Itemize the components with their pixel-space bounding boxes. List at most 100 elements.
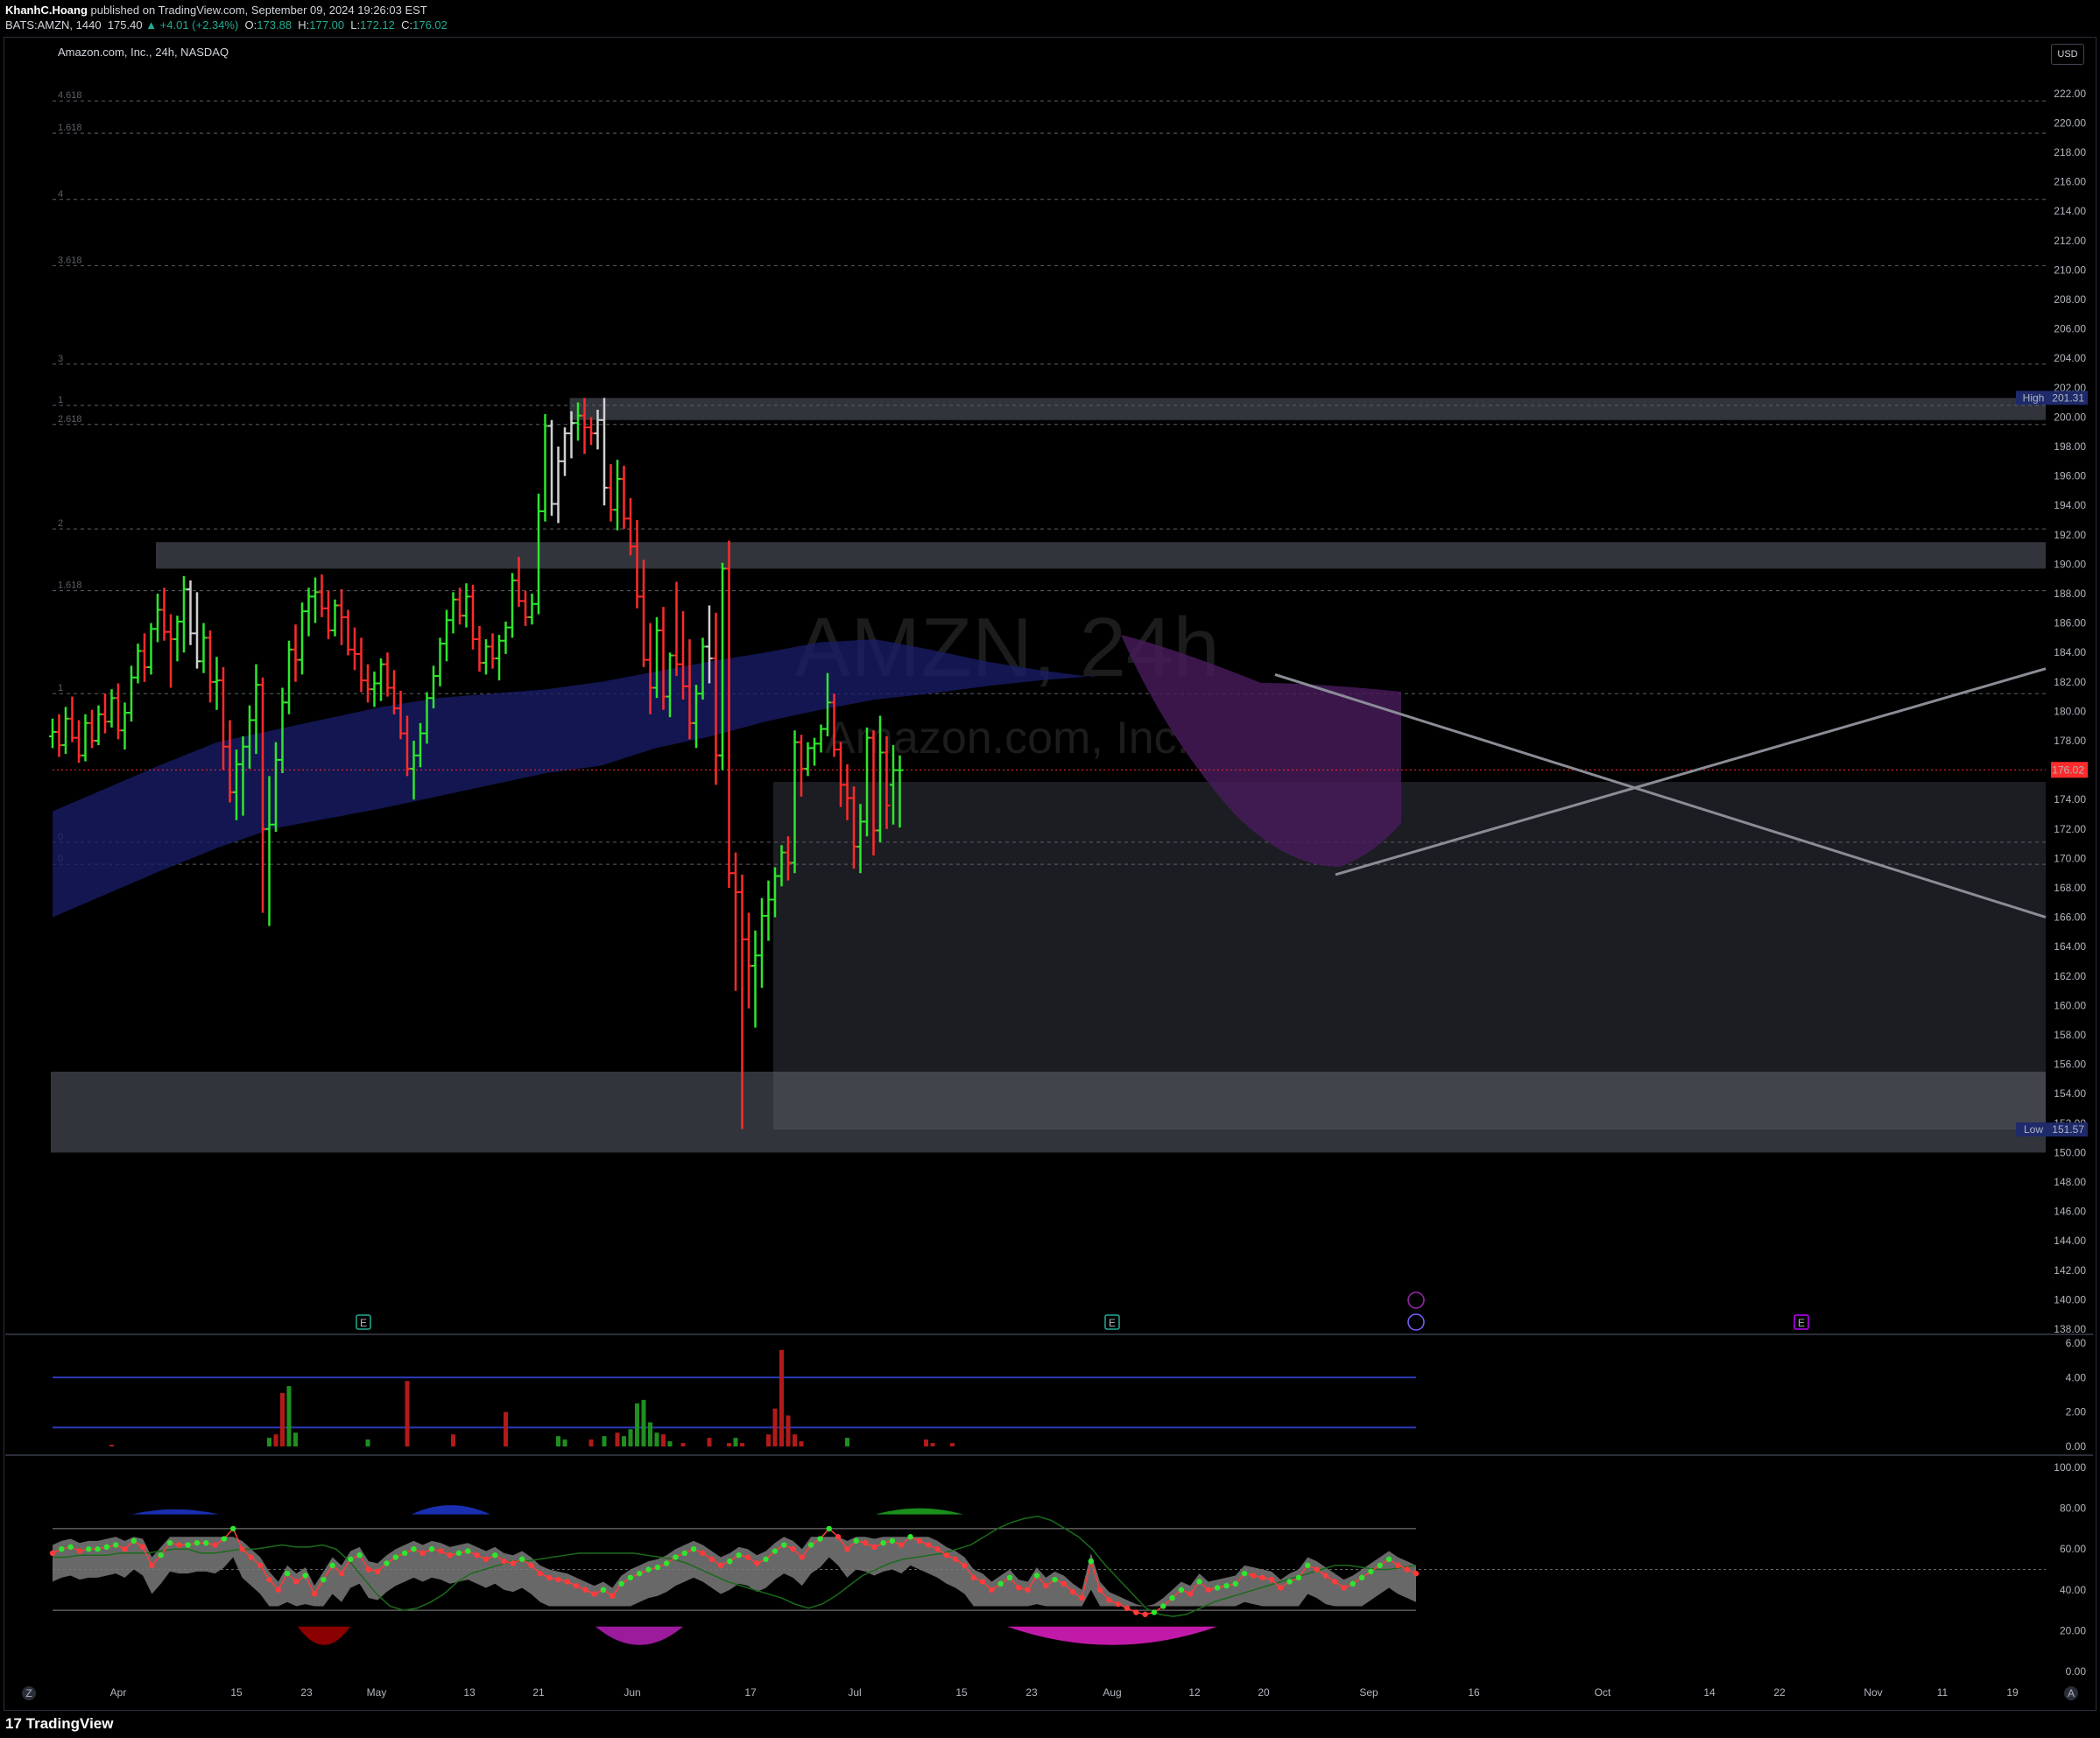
indicator-axis-tick: 4.00 [2066,1371,2087,1383]
ohlc-bar [496,635,503,681]
earnings-marker: E [1104,1314,1120,1330]
fib-level-label: 4 [58,189,63,200]
rsi-dot [744,1554,751,1560]
rsi-dot [528,1562,534,1569]
rsi-dot [1151,1609,1158,1615]
ohlc-bar [49,718,56,749]
currency-button[interactable]: USD [2051,44,2084,65]
earnings-marker-label: E [1798,1317,1805,1329]
price-axis-tick: 154.00 [2054,1087,2086,1100]
ohlc-bar [194,592,201,669]
time-axis-tick: 13 [463,1686,476,1699]
low-badge-label: Low [2024,1123,2043,1136]
chart-canvas[interactable]: AMZN, 24hAmazon.com, Inc.4.6181.61843.61… [0,0,2100,1711]
rsi-dot [365,1566,372,1573]
rsi-dot [1268,1576,1275,1583]
ohlc-bar [614,460,621,531]
rsi-dot [95,1546,101,1552]
rsi-dot [871,1544,877,1551]
rsi-axis-tick: 100.00 [2054,1461,2086,1474]
rsi-dot [853,1537,859,1544]
last-price-label: 176.02 [2052,763,2084,776]
rsi-dot [790,1546,796,1552]
volume-bar [667,1441,673,1446]
rsi-dot [1278,1585,1284,1591]
time-axis-tick: Jun [624,1686,640,1699]
rsi-dot [889,1537,896,1544]
overbought-fill [876,1508,963,1515]
rsi-dot [203,1540,209,1546]
rsi-dot [943,1552,950,1559]
volume-bar [779,1349,784,1446]
ohlc-bar [213,657,221,710]
rsi-dot [618,1580,624,1587]
rsi-dot [781,1542,787,1548]
volume-bar [504,1411,508,1446]
ohlc-bar [554,447,562,524]
rsi-dot [1124,1605,1131,1611]
rsi-dot [465,1548,471,1554]
rsi-dot [438,1548,444,1554]
price-axis-tick: 188.00 [2054,588,2086,600]
rsi-dot [907,1534,913,1540]
rsi-dot [76,1548,83,1554]
rsi-dot [690,1546,697,1552]
ohlc-bar [541,414,549,522]
volume-bar [799,1441,804,1446]
rsi-dot [348,1556,354,1563]
oversold-fill [595,1626,683,1645]
price-axis-tick: 178.00 [2054,735,2086,747]
price-axis-tick: 204.00 [2054,352,2086,364]
rsi-dot [86,1546,92,1552]
zoom-icon-label: Z [25,1687,32,1699]
rsi-dot [158,1552,164,1559]
overbought-fill [131,1509,219,1515]
tradingview-logo[interactable]: 17 TradingView [5,1715,113,1733]
ohlc-bar [312,577,319,623]
ohlc-bar [548,419,555,516]
time-axis-tick: 23 [1025,1686,1038,1699]
rsi-dot [1377,1562,1383,1569]
fib-level-label: 1.618 [58,581,82,591]
rsi-dot [1079,1594,1085,1601]
rsi-dot [483,1556,490,1563]
time-axis-tick: 19 [2006,1686,2019,1699]
volume-bar [648,1422,652,1446]
volume-bar [727,1443,731,1446]
volume-bar [680,1443,686,1446]
volume-bar [556,1436,560,1446]
ohlc-bar [509,573,516,638]
rsi-dot [212,1542,218,1548]
ohlc-bar [325,590,332,640]
rsi-dot [591,1591,597,1597]
volume-bar [635,1403,639,1446]
time-axis-tick: Aug [1103,1686,1121,1699]
ohlc-bar [456,588,463,625]
ohlc-bar [62,707,69,755]
price-axis-tick: 156.00 [2054,1059,2086,1071]
volume-bar [562,1439,567,1446]
rsi-dot [139,1544,146,1551]
rsi-dot [501,1558,507,1565]
rsi-dot [510,1560,517,1566]
rsi-dot [293,1579,299,1585]
price-axis-tick: 142.00 [2054,1264,2086,1277]
earnings-marker: E [1793,1314,1809,1330]
price-axis-tick: 164.00 [2054,940,2086,953]
rsi-dot [962,1562,968,1569]
logo-text: TradingView [25,1715,114,1732]
rsi-dot [555,1576,561,1583]
rsi-dot [130,1537,137,1544]
rsi-dot [166,1540,173,1546]
price-axis-tick: 158.00 [2054,1029,2086,1041]
rsi-dot [880,1540,886,1546]
earnings-marker: E [356,1314,371,1330]
price-axis-tick: 170.00 [2054,852,2086,864]
volume-bar [588,1439,594,1446]
rsi-dot [1016,1585,1022,1591]
rsi-dot [663,1560,670,1566]
rsi-dot [1251,1573,1257,1579]
rsi-dot [411,1546,417,1552]
rsi-dot [257,1562,264,1569]
rsi-dot [754,1560,760,1566]
